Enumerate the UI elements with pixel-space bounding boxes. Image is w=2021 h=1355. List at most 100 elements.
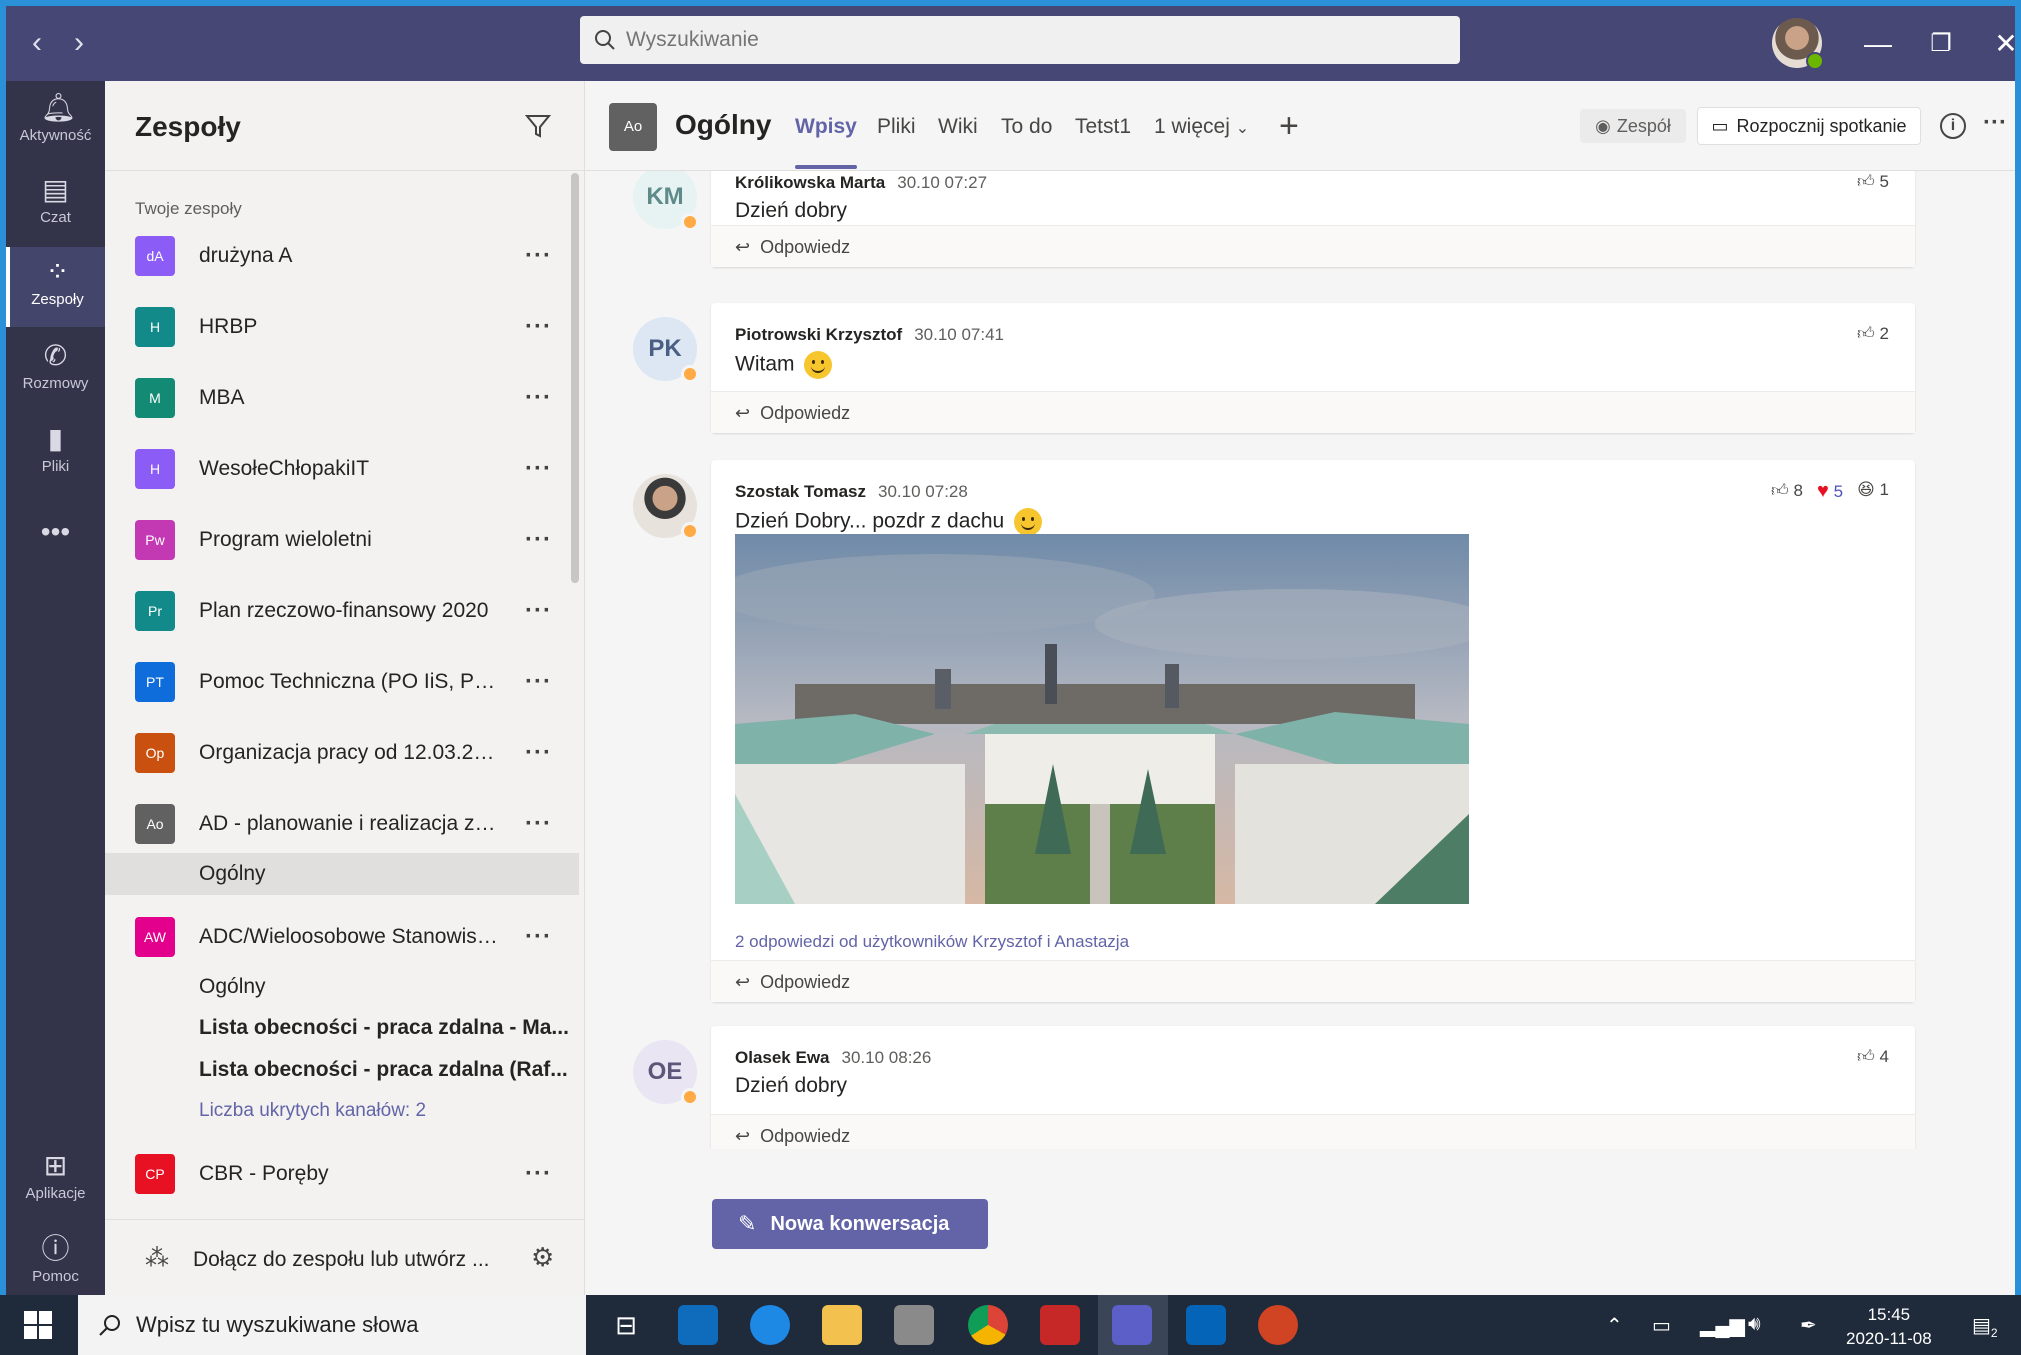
task-view-icon[interactable]: ⊟ [606, 1305, 646, 1345]
tray-chevron-up-icon[interactable]: ⌃ [1606, 1313, 1623, 1338]
edge-app-icon[interactable] [750, 1305, 790, 1345]
rail-item-files[interactable]: ▮ Pliki [6, 414, 105, 494]
back-arrow-icon[interactable]: ‹ [22, 28, 52, 58]
restore-icon[interactable]: ❐ [1921, 24, 1961, 64]
avatar[interactable] [633, 474, 699, 540]
team-item[interactable]: dA drużyna A ··· [105, 224, 585, 288]
rail-item-calls[interactable]: ✆ Rozmowy [6, 331, 105, 411]
rooftop-photo[interactable] [735, 534, 1469, 904]
reactions[interactable]: 👍︎ 2 [1857, 323, 1889, 344]
new-conversation-button[interactable]: ✎ Nowa konwersacja [712, 1199, 988, 1249]
tab-files[interactable]: Pliki [877, 115, 916, 139]
team-item[interactable]: CP CBR - Poręby ··· [105, 1142, 585, 1206]
hidden-channels-link[interactable]: Liczba ukrytych kanałów: 2 [105, 1090, 585, 1132]
windows-start-icon[interactable] [24, 1311, 52, 1339]
forward-arrow-icon[interactable]: › [64, 28, 94, 58]
volume-icon[interactable]: 🔊︎ [1748, 1313, 1761, 1336]
join-team-link[interactable]: Dołącz do zespołu lub utwórz ... [193, 1248, 489, 1272]
info-icon[interactable]: i [1940, 113, 1966, 139]
team-more-options-icon[interactable]: ··· [525, 668, 552, 696]
replies-link[interactable]: 2 odpowiedzi od użytkowników Krzysztof i… [735, 932, 1129, 952]
reply-button[interactable]: ↩ Odpowiedz [711, 225, 1915, 267]
team-more-options-icon[interactable]: ··· [525, 739, 552, 767]
reply-button[interactable]: ↩ Odpowiedz [711, 391, 1915, 433]
security-app-icon[interactable] [1040, 1305, 1080, 1345]
team-more-options-icon[interactable]: ··· [525, 455, 552, 483]
team-more-options-icon[interactable]: ··· [525, 526, 552, 554]
tab-more[interactable]: 1 więcej ⌄ [1154, 115, 1249, 139]
teams-app-icon[interactable] [1112, 1305, 1152, 1345]
rail-item-chat[interactable]: ▤ Czat [6, 165, 105, 245]
channel-item[interactable]: Lista obecności - praca zdalna (Raf... [105, 1049, 585, 1091]
file-explorer-icon[interactable] [822, 1305, 862, 1345]
team-name: AD - planowanie i realizacja za... [199, 812, 499, 835]
team-more-options-icon[interactable]: ··· [525, 923, 552, 951]
more-options-icon[interactable]: ··· [1983, 109, 2007, 137]
taskbar-search[interactable]: Wpisz tu wyszukiwane słowa [78, 1295, 586, 1355]
rail-more-button[interactable]: ••• [6, 511, 105, 561]
team-more-options-icon[interactable]: ··· [525, 597, 552, 625]
filter-icon[interactable] [523, 111, 553, 141]
user-avatar[interactable] [1772, 18, 1824, 70]
team-item[interactable]: Op Organizacja pracy od 12.03.2020 ··· [105, 721, 585, 785]
team-item[interactable]: Pr Plan rzeczowo-finansowy 2020 ··· [105, 579, 585, 643]
avatar[interactable]: KM [633, 171, 699, 231]
rail-item-activity[interactable]: 🔔︎ Aktywność [6, 83, 105, 163]
mail-app-icon[interactable] [678, 1305, 718, 1345]
video-camera-icon: ▭ [1711, 115, 1729, 136]
minimize-icon[interactable]: — [1858, 24, 1898, 64]
team-more-options-icon[interactable]: ··· [525, 810, 552, 838]
team-more-options-icon[interactable]: ··· [525, 384, 552, 412]
channel-item[interactable]: Ogólny [105, 966, 585, 1008]
app-rail: 🔔︎ Aktywność ▤ Czat ⁘ Zespoły ✆ Rozmowy … [6, 81, 105, 1301]
reactions[interactable]: 👍︎ 8 ♥ 5 😆︎ 1 [1771, 480, 1889, 503]
reactions[interactable]: 👍︎ 4 [1857, 1046, 1889, 1067]
team-more-options-icon[interactable]: ··· [525, 1160, 552, 1188]
settings-gear-icon[interactable]: ⚙ [531, 1242, 554, 1273]
posts-feed[interactable]: KM Królikowska Marta 30.10 07:27 Dzień do… [585, 171, 2015, 1149]
close-icon[interactable]: ✕ [1986, 24, 2021, 64]
section-label: Twoje zespoły [135, 199, 242, 218]
network-icon[interactable]: ▂▄▆ [1700, 1313, 1745, 1338]
team-item[interactable]: Ao AD - planowanie i realizacja za... ··· [105, 792, 585, 856]
channel-item-selected[interactable]: Ogólny [105, 853, 579, 895]
team-item[interactable]: M MBA ··· [105, 366, 585, 430]
team-item[interactable]: H WesołeChłopakiIT ··· [105, 437, 585, 501]
tab-wiki[interactable]: Wiki [938, 115, 978, 139]
taskbar-clock[interactable]: 15:45 2020-11-08 [1846, 1303, 1932, 1351]
outlook-app-icon[interactable] [1186, 1305, 1226, 1345]
powerpoint-app-icon[interactable] [1258, 1305, 1298, 1345]
battery-icon[interactable]: ▭ [1652, 1313, 1671, 1338]
pen-icon[interactable]: ✒ [1800, 1313, 1817, 1338]
rail-item-apps[interactable]: ⊞ Aplikacje [6, 1141, 105, 1221]
notifications-icon[interactable]: ▤2 [1972, 1313, 1998, 1340]
avatar[interactable]: OE [633, 1040, 699, 1106]
start-meeting-button[interactable]: ▭ Rozpocznij spotkanie [1697, 107, 1921, 145]
team-item[interactable]: AW ADC/Wieloosobowe Stanowisk... ··· [105, 905, 585, 969]
team-item[interactable]: H HRBP ··· [105, 295, 585, 359]
team-avatar: Pw [135, 520, 175, 560]
reactions[interactable]: 👍︎ 5 [1857, 171, 1889, 192]
chrome-app-icon[interactable] [968, 1305, 1008, 1345]
tab-todo[interactable]: To do [1001, 115, 1052, 139]
tab-tetst1[interactable]: Tetst1 [1075, 115, 1131, 139]
search-input[interactable] [626, 28, 1406, 52]
rail-item-help[interactable]: ⓘ Pomoc [6, 1224, 105, 1304]
smile-emoji-icon [804, 351, 833, 379]
team-name: WesołeChłopakiIT [199, 457, 370, 480]
reply-button[interactable]: ↩ Odpowiedz [711, 960, 1915, 1002]
team-more-options-icon[interactable]: ··· [525, 313, 552, 341]
teams-window: ‹ › — ❐ ✕ 🔔︎ Aktywność ▤ Czat ⁘ Zespoły … [0, 0, 2021, 1355]
avatar[interactable]: PK [633, 317, 699, 383]
team-item[interactable]: PT Pomoc Techniczna (PO IiS, PO ... ··· [105, 650, 585, 714]
team-button[interactable]: ◉ Zespół [1580, 109, 1686, 143]
rail-item-teams[interactable]: ⁘ Zespoły [6, 247, 105, 327]
store-app-icon[interactable] [894, 1305, 934, 1345]
reply-button[interactable]: ↩ Odpowiedz [711, 1114, 1915, 1149]
tab-posts[interactable]: Wpisy [795, 115, 857, 169]
channel-item[interactable]: Lista obecności - praca zdalna - Ma... [105, 1007, 585, 1049]
team-more-options-icon[interactable]: ··· [525, 242, 552, 270]
search-box[interactable] [580, 16, 1460, 64]
team-item[interactable]: Pw Program wieloletni ··· [105, 508, 585, 572]
add-tab-icon[interactable]: + [1279, 107, 1299, 146]
